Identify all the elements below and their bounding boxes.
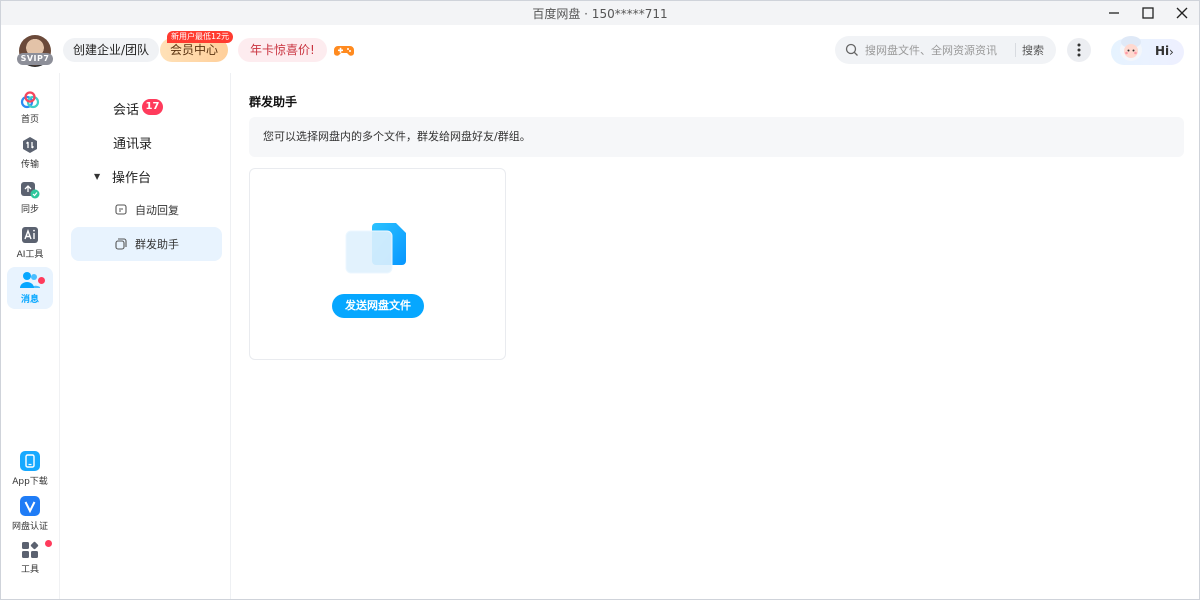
mass-send-label: 群发助手 — [135, 238, 179, 251]
subnav-chat[interactable]: 会话 — [113, 99, 139, 118]
more-vertical-icon — [1077, 43, 1081, 57]
svip-badge: SVIP7 — [17, 53, 53, 65]
auto-reply-icon — [115, 204, 127, 215]
tools-notification-dot — [45, 540, 52, 547]
more-menu-button[interactable] — [1067, 38, 1091, 62]
search-input[interactable] — [865, 43, 1015, 57]
top-header: SVIP7 创建企业/团队 会员中心 新用户最低12元 年卡惊喜价! 搜索 — [1, 25, 1199, 73]
messages-notification-dot — [38, 277, 45, 284]
tools-icon — [22, 541, 39, 558]
rail-item-verify[interactable]: 网盘认证 — [7, 493, 53, 535]
minimize-button[interactable] — [1097, 1, 1131, 25]
rail-item-ai-tools[interactable]: AI工具 — [7, 222, 53, 264]
create-enterprise-button[interactable]: 创建企业/团队 — [63, 38, 160, 62]
close-icon — [1176, 7, 1188, 19]
subnav-workbench[interactable]: 操作台 — [112, 167, 151, 186]
app-download-icon — [20, 451, 40, 471]
mascot-icon — [1120, 36, 1142, 61]
annual-card-button[interactable]: 年卡惊喜价! — [238, 38, 327, 62]
vip-promo-badge: 新用户最低12元 — [167, 31, 234, 43]
minimize-icon — [1109, 12, 1119, 14]
main-content: 群发助手 您可以选择网盘内的多个文件，群发给网盘好友/群组。 发送网盘文件 — [232, 73, 1199, 599]
search-bar: 搜索 — [835, 36, 1056, 64]
home-cloud-icon — [20, 91, 40, 109]
chat-count-badge: 17 — [142, 99, 163, 115]
rail-item-app-download[interactable]: App下载 — [7, 448, 53, 490]
auto-reply-label: 自动回复 — [135, 204, 179, 217]
rail-item-sync[interactable]: 同步 — [7, 177, 53, 219]
subnav-contacts[interactable]: 通讯录 — [113, 133, 152, 152]
ai-tool-icon — [22, 227, 38, 243]
rail-item-messages[interactable]: 消息 — [7, 267, 53, 309]
window-controls — [1097, 1, 1199, 25]
maximize-icon — [1142, 7, 1154, 19]
close-button[interactable] — [1165, 1, 1199, 25]
info-banner: 您可以选择网盘内的多个文件，群发给网盘好友/群组。 — [249, 117, 1184, 157]
files-illustration-icon — [345, 223, 406, 274]
maximize-button[interactable] — [1131, 1, 1165, 25]
search-icon — [845, 43, 858, 56]
chevron-right-icon: › — [1169, 45, 1174, 59]
rail-label-tools: 工具 — [20, 565, 39, 575]
app-window: 百度网盘 · 150*****711 SVIP7 创建企业/团队 会员中心 新用… — [0, 0, 1200, 600]
hi-label: Hi — [1155, 44, 1170, 58]
search-button[interactable]: 搜索 — [1022, 42, 1044, 58]
left-rail: 首页 传输 同步 AI工具 消息 App下载 网盘认证 工具 — [1, 73, 60, 599]
page-title: 群发助手 — [249, 95, 298, 109]
send-cloud-file-button[interactable]: 发送网盘文件 — [332, 294, 424, 318]
window-title: 百度网盘 · 150*****711 — [532, 6, 668, 21]
subnav-mass-send[interactable]: 群发助手 — [71, 227, 222, 261]
verify-icon — [20, 496, 40, 516]
rail-label-ai-tools: AI工具 — [16, 250, 44, 260]
search-divider — [1015, 43, 1016, 57]
rail-item-transfer[interactable]: 传输 — [7, 132, 53, 174]
message-subnav — [61, 73, 231, 599]
caret-down-icon[interactable]: ▼ — [94, 172, 100, 181]
transfer-icon — [23, 137, 37, 153]
send-file-card: 发送网盘文件 — [249, 168, 506, 360]
sync-icon — [21, 182, 40, 199]
title-bar: 百度网盘 · 150*****711 — [1, 1, 1199, 25]
game-controller-icon[interactable] — [333, 39, 355, 61]
rail-label-sync: 同步 — [20, 205, 39, 215]
subnav-auto-reply[interactable]: 自动回复 — [71, 193, 222, 227]
rail-item-home[interactable]: 首页 — [7, 87, 53, 129]
rail-label-messages: 消息 — [20, 295, 39, 305]
rail-label-verify: 网盘认证 — [11, 522, 48, 532]
mass-send-icon — [115, 238, 127, 250]
message-icon — [20, 272, 40, 288]
rail-label-transfer: 传输 — [20, 160, 39, 170]
rail-label-home: 首页 — [20, 115, 39, 125]
rail-label-app-download: App下载 — [12, 477, 48, 487]
